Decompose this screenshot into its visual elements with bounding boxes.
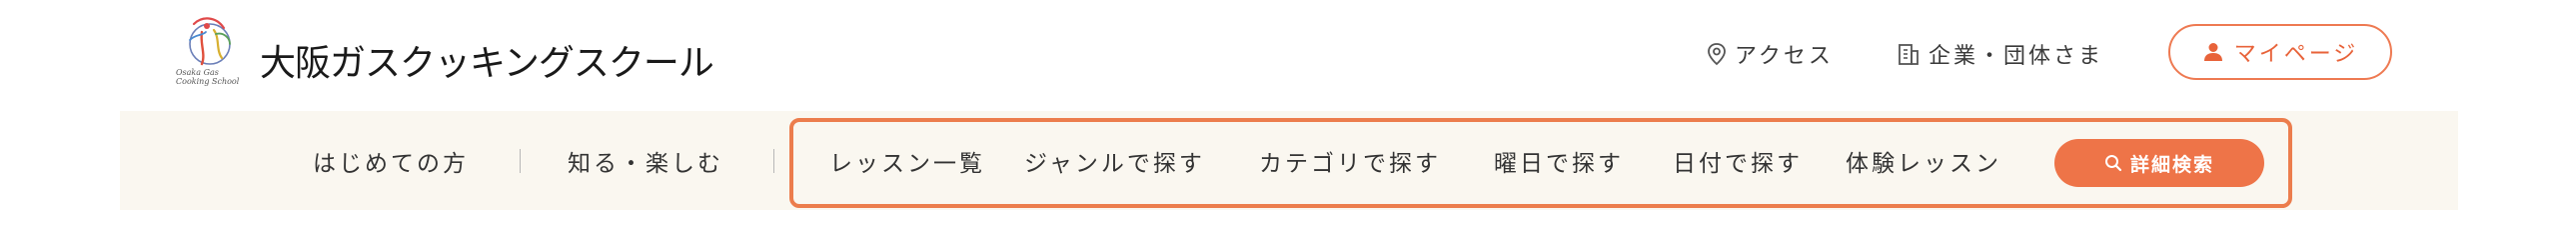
nav-item-trial-lesson[interactable]: 体験レッスン: [1846, 111, 2001, 210]
logo-script-line-1: Osaka Gas: [176, 68, 219, 77]
nav-item-search-weekday[interactable]: 曜日で探す: [1494, 111, 1624, 210]
site-logo[interactable]: Osaka Gas Cooking School 大阪ガスクッキングスクール: [172, 10, 714, 102]
logo-name: 大阪ガスクッキングスクール: [260, 43, 714, 84]
nav-divider: [773, 149, 774, 173]
logo-script-text: Osaka Gas Cooking School: [176, 68, 239, 86]
mypage-label: マイページ: [2233, 42, 2359, 67]
advanced-search-label: 詳細検索: [2129, 153, 2214, 176]
nav-item-search-date[interactable]: 日付で探す: [1673, 111, 1803, 210]
nav-divider: [520, 149, 521, 173]
advanced-search-button[interactable]: 詳細検索: [2054, 139, 2264, 187]
access-label: アクセス: [1735, 44, 1834, 69]
nav-item-lesson-list[interactable]: レッスン一覧: [829, 111, 985, 210]
access-link[interactable]: アクセス: [1707, 34, 1834, 74]
logo-script-line-2: Cooking School: [176, 77, 240, 86]
global-nav: はじめての方 知る・楽しむ レッスン一覧 ジャンルで探す カテゴリで探す 曜日で…: [120, 111, 2458, 210]
logo-emblem: Osaka Gas Cooking School: [172, 10, 258, 102]
nav-item-search-category[interactable]: カテゴリで探す: [1259, 111, 1441, 210]
site-header: Osaka Gas Cooking School 大阪ガスクッキングスクール ア…: [0, 0, 2576, 110]
user-icon: [2202, 41, 2224, 63]
corporate-link[interactable]: 企業・団体さま: [1897, 34, 2103, 74]
search-icon: [2104, 154, 2122, 172]
mypage-button[interactable]: マイページ: [2168, 24, 2392, 80]
nav-item-learn-enjoy[interactable]: 知る・楽しむ: [568, 111, 723, 210]
nav-item-beginners[interactable]: はじめての方: [313, 111, 469, 210]
corporate-label: 企業・団体さま: [1929, 44, 2104, 69]
map-pin-icon: [1707, 42, 1727, 66]
building-icon: [1897, 42, 1921, 66]
nav-item-search-genre[interactable]: ジャンルで探す: [1024, 111, 1205, 210]
